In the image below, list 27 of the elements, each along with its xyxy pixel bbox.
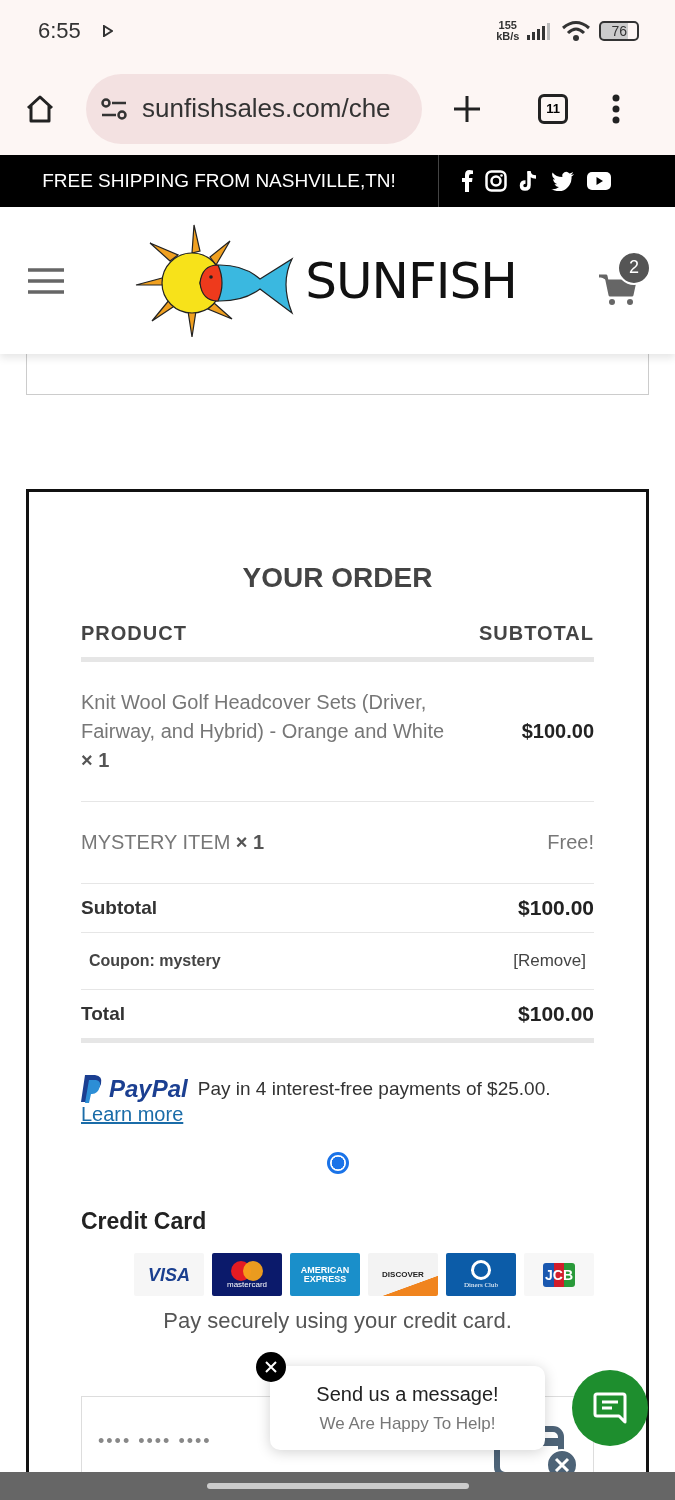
card-brand-logo: VISA	[134, 1253, 204, 1296]
credit-card-title: Credit Card	[81, 1208, 208, 1235]
chat-popup-title: Send us a message!	[316, 1382, 499, 1406]
network-speed: 155 kB/s	[496, 20, 520, 42]
column-header: SUBTOTAL	[478, 622, 594, 645]
clock-time: 6:55	[38, 18, 81, 44]
card-brand-logo: DISCOVER	[368, 1253, 438, 1296]
card-brand-logo: AMERICAN EXPRESS	[290, 1253, 360, 1296]
order-title: YOUR ORDER	[241, 562, 434, 594]
column-header: PRODUCT	[81, 622, 187, 645]
paypal-message: Pay in 4 interest-free payments of $25.00.	[197, 1078, 551, 1100]
total-label: Total	[81, 1003, 125, 1025]
battery-indicator: 76	[599, 21, 639, 41]
chat-popup-subtitle: We Are Happy To Help!	[319, 1413, 496, 1434]
item-price: $100.00	[521, 719, 594, 744]
subtotal-value: $100.00	[518, 896, 594, 920]
cart-count-badge: 2	[617, 250, 651, 285]
product-name: MYSTERY ITEM × 1	[81, 830, 265, 855]
total-value: $100.00	[518, 1002, 594, 1026]
subtotal-label: Subtotal	[81, 897, 157, 919]
coupon-label: Coupon: mystery	[89, 952, 221, 970]
product-name: Knit Wool Golf Headcover Sets (Driver, Fairway, and Hybrid) - Orange and White × 1	[81, 690, 446, 773]
card-brand-logo: JCB	[524, 1253, 594, 1296]
payment-note: Pay securely using your credit card.	[162, 1308, 513, 1334]
item-price: Free!	[547, 830, 594, 855]
paypal-logo: PayPal	[109, 1075, 188, 1103]
card-brand-logo: mastercard	[212, 1253, 282, 1296]
